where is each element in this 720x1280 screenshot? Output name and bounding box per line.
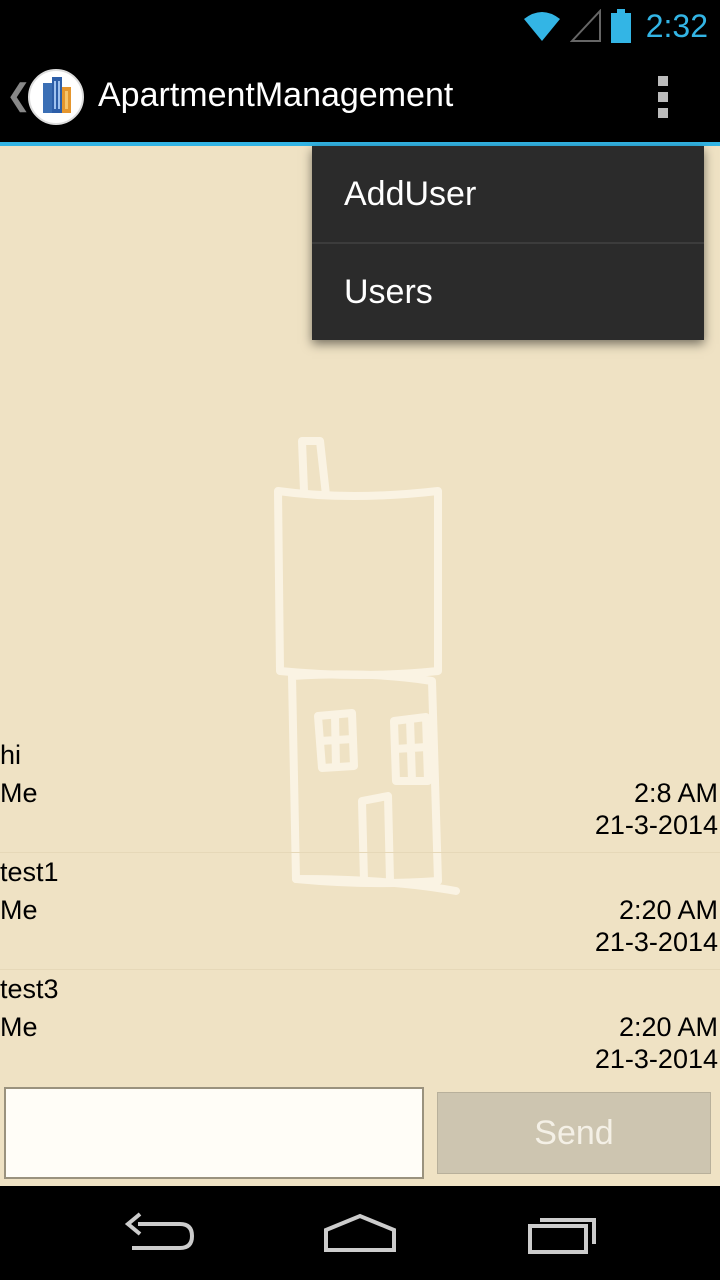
message-time: 2:20 AM [618,895,718,925]
message-body: test1 [0,857,59,887]
app-icon[interactable] [28,69,84,125]
signal-icon [569,9,601,42]
app-title: ApartmentManagement [98,76,454,114]
message-sender: Me [0,778,38,808]
message-body: test3 [0,974,59,1004]
status-time: 2:32 [645,7,708,44]
building-logo-icon [43,77,71,113]
status-icons: 2:32 [522,6,708,46]
message-sender: Me [0,895,38,925]
overflow-menu: AddUser Users [312,146,704,340]
wifi-icon [523,12,560,41]
message-body: hi [0,740,22,770]
action-bar: ❮ ApartmentManagement [0,50,720,146]
message-date: 21-3-2014 [594,810,718,840]
menu-item-adduser[interactable]: AddUser [312,146,704,242]
message-input[interactable] [4,1087,424,1179]
overflow-menu-icon[interactable] [646,72,682,120]
message-item[interactable]: test3 Me 2:20 AM 21-3-2014 [0,970,720,1086]
menu-item-users[interactable]: Users [312,244,704,340]
message-date: 21-3-2014 [594,927,718,957]
message-sender: Me [0,1012,38,1042]
message-date: 21-3-2014 [594,1044,718,1074]
message-item[interactable]: test1 Me 2:20 AM 21-3-2014 [0,853,720,970]
send-button[interactable]: Send [437,1092,711,1174]
message-time: 2:8 AM [633,778,718,808]
navigation-bar [0,1186,720,1280]
message-item[interactable]: hi Me 2:8 AM 21-3-2014 [0,736,720,853]
status-bar: 2:32 [0,0,720,50]
recents-icon[interactable] [522,1208,602,1258]
message-time: 2:20 AM [618,1012,718,1042]
home-icon[interactable] [320,1208,400,1258]
battery-icon [610,9,631,43]
message-list: hi Me 2:8 AM 21-3-2014 test1 Me 2:20 AM … [0,736,720,1086]
back-icon[interactable] [120,1208,200,1258]
